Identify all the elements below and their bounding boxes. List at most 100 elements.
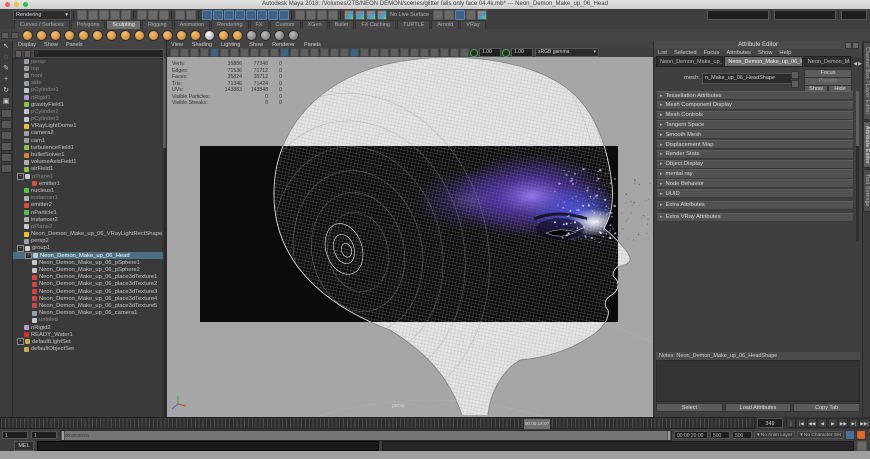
viewport-layout-button[interactable]: [1, 153, 12, 162]
lasso-tool-icon[interactable]: ◌: [1, 53, 12, 63]
outliner-item-neon-demon-make-up-06-place3dtexture3[interactable]: Neon_Demon_Make_up_06_place3dTexture3: [13, 288, 163, 295]
playback-end-field[interactable]: 500: [710, 431, 730, 439]
viewport-layout-button[interactable]: [1, 164, 12, 173]
attribute-editor-tab-neon-demon-make-up-06-headshape[interactable]: Neon_Demon_Make_up_06_HeadShape: [724, 56, 802, 67]
outliner-menu-show[interactable]: Show: [44, 42, 58, 48]
section-displacement-map[interactable]: ▸Displacement Map: [656, 140, 854, 149]
notes-textarea[interactable]: [656, 360, 860, 402]
outliner-item-bulletsolver1[interactable]: bulletSolver1: [13, 151, 163, 158]
viewport-toolbar-icon[interactable]: [200, 48, 209, 57]
current-frame-field[interactable]: 349: [757, 418, 783, 428]
shelf-tab-animation[interactable]: Animation: [174, 20, 210, 29]
outliner-item-neon-demon-make-up-06-head[interactable]: +Neon_Demon_Make_up_06_Head: [13, 252, 163, 259]
viewport-toolbar-icon[interactable]: [190, 48, 199, 57]
expand-icon[interactable]: +: [17, 338, 24, 345]
shelf-tab-fx-caching[interactable]: FX Caching: [355, 20, 396, 29]
outliner-item-nrigid2[interactable]: nRigid2: [13, 324, 163, 331]
render-settings-icon[interactable]: [366, 10, 376, 20]
shelf-tab-polygons[interactable]: Polygons: [71, 20, 106, 29]
new-scene-icon[interactable]: [77, 10, 87, 20]
outliner-item-neon-demon-make-up-06-camera1[interactable]: Neon_Demon_Make_up_06_camera1: [13, 310, 163, 317]
viewport-layout-button[interactable]: [1, 131, 12, 140]
quick-input-field-3[interactable]: [841, 10, 867, 20]
command-language-button[interactable]: MEL: [14, 441, 34, 451]
go-to-end-button[interactable]: ▶▶|: [859, 418, 869, 428]
outliner-item-camera2[interactable]: camera2: [13, 130, 163, 137]
shelf-tab-turtle[interactable]: TURTLE: [397, 20, 430, 29]
select-tool-icon[interactable]: ↖: [1, 42, 12, 52]
sidebar-tab-tool-settings[interactable]: Tool Settings: [863, 169, 870, 212]
viewport-toolbar-icon[interactable]: [350, 48, 359, 57]
outliner-item-defaultlightset[interactable]: +defaultLightSet: [13, 338, 163, 345]
command-input[interactable]: [37, 441, 379, 451]
render-view-icon[interactable]: [377, 10, 387, 20]
shelf-tab-vray[interactable]: VRay: [460, 20, 485, 29]
shelf-tab-rendering[interactable]: Rendering: [211, 20, 248, 29]
outliner-item-instancer2[interactable]: instancer2: [13, 216, 163, 223]
sidebar-tool-settings-icon[interactable]: [466, 10, 476, 20]
viewport-layout-button[interactable]: [1, 120, 12, 129]
section-smooth-mesh[interactable]: ▸Smooth Mesh: [656, 130, 854, 139]
construction-history-icon[interactable]: [328, 10, 338, 20]
snap-to-grid-icon[interactable]: [202, 10, 212, 20]
viewport-toolbar-icon[interactable]: [320, 48, 329, 57]
outliner-item-nrigid1[interactable]: nRigid1: [13, 94, 163, 101]
snap-to-projected-center-icon[interactable]: [235, 10, 245, 20]
collapse-icon[interactable]: −: [17, 173, 24, 180]
shelf-tool-icon[interactable]: [50, 30, 61, 41]
view-transform-dropdown[interactable]: sRGB gamma▾: [535, 48, 599, 57]
outliner-sort-icon[interactable]: [24, 50, 31, 58]
range-slider-bar[interactable]: 00:00:00:01: [60, 430, 672, 441]
viewport-toolbar-icon[interactable]: [340, 48, 349, 57]
viewport-toolbar-icon[interactable]: [360, 48, 369, 57]
outliner-item-pplane1[interactable]: −pPlane1: [13, 173, 163, 180]
outliner-item-defaultobjectset[interactable]: defaultObjectSet: [13, 346, 163, 353]
snap-magnet-b-icon[interactable]: [279, 10, 289, 20]
section-render-stats[interactable]: ▸Render Stats: [656, 150, 854, 159]
section-node-behavior[interactable]: ▸Node Behavior: [656, 179, 854, 188]
viewport-toolbar-icon[interactable]: [270, 48, 279, 57]
sidebar-tab-attribute-editor[interactable]: Attribute Editor: [863, 121, 870, 169]
shelf-tool-icon[interactable]: [204, 30, 215, 41]
section-mental-ray[interactable]: ▸mental ray: [656, 169, 854, 178]
section-mesh-component-display[interactable]: ▸Mesh Component Display: [656, 101, 854, 110]
outliner-item-pcylinder2[interactable]: pCylinder2: [13, 108, 163, 115]
shelf-tool-icon[interactable]: [218, 30, 229, 41]
step-back-key-button[interactable]: ◀◀: [807, 418, 817, 428]
go-to-start-button[interactable]: |◀◀: [786, 418, 796, 428]
viewport-menu-show[interactable]: Show: [249, 42, 263, 48]
snap-to-view-plane-icon[interactable]: [246, 10, 256, 20]
outliner-item-neon-demon-make-up-06-place3dtexture1[interactable]: Neon_Demon_Make_up_06_place3dTexture1: [13, 274, 163, 281]
selection-mask-icon[interactable]: [186, 10, 196, 20]
expand-icon[interactable]: +: [25, 252, 32, 259]
shelf-tab-curves-surfaces[interactable]: Curves / Surfaces: [14, 20, 70, 29]
sidebar-tab-channel-box-layer-editor[interactable]: Channel Box / Layer Editor: [863, 42, 870, 120]
viewport-toolbar-icon[interactable]: [290, 48, 299, 57]
quick-input-field-2[interactable]: [774, 10, 836, 20]
step-forward-key-button[interactable]: ▶▶: [838, 418, 848, 428]
titlebar[interactable]: Autodesk Maya 2018: /Volumes/2TB/NEON DE…: [0, 0, 870, 9]
sidebar-channelbox-icon[interactable]: [444, 10, 454, 20]
shelf-tool-icon[interactable]: [36, 30, 47, 41]
outliner-item-neon-demon-make-up-06-vraylightrectshape1[interactable]: Neon_Demon_Make_up_06_VRayLightRectShape…: [13, 231, 163, 238]
section-extra-attributes[interactable]: ▸Extra Attributes: [656, 201, 854, 210]
copy-tab-button[interactable]: Copy Tab: [793, 403, 860, 412]
outliner-item-emitter2[interactable]: emitter2: [13, 202, 163, 209]
viewport-toolbar-icon[interactable]: [330, 48, 339, 57]
close-icon[interactable]: [852, 42, 859, 49]
animation-end-field[interactable]: 500: [732, 431, 752, 439]
shelf-tool-icon[interactable]: [190, 30, 201, 41]
shelf-tool-icon[interactable]: [134, 30, 145, 41]
viewport-toolbar-icon[interactable]: [420, 48, 429, 57]
viewport-toolbar-icon[interactable]: [220, 48, 229, 57]
script-editor-icon[interactable]: [857, 441, 867, 451]
outliner-item-vraylightdome1[interactable]: VRayLightDome1: [13, 123, 163, 130]
outliner-item-nucleus1[interactable]: nucleus1: [13, 187, 163, 194]
outliner-item-pcylinder1[interactable]: pCylinder1: [13, 87, 163, 94]
outliner-item-gravityfield1[interactable]: gravityField1: [13, 101, 163, 108]
gamma-icon[interactable]: [502, 49, 510, 57]
shelf-tab-xgen[interactable]: XGen: [302, 20, 328, 29]
viewport-toolbar-icon[interactable]: [250, 48, 259, 57]
ipr-render-icon[interactable]: [355, 10, 365, 20]
lock-icon[interactable]: [295, 10, 305, 20]
